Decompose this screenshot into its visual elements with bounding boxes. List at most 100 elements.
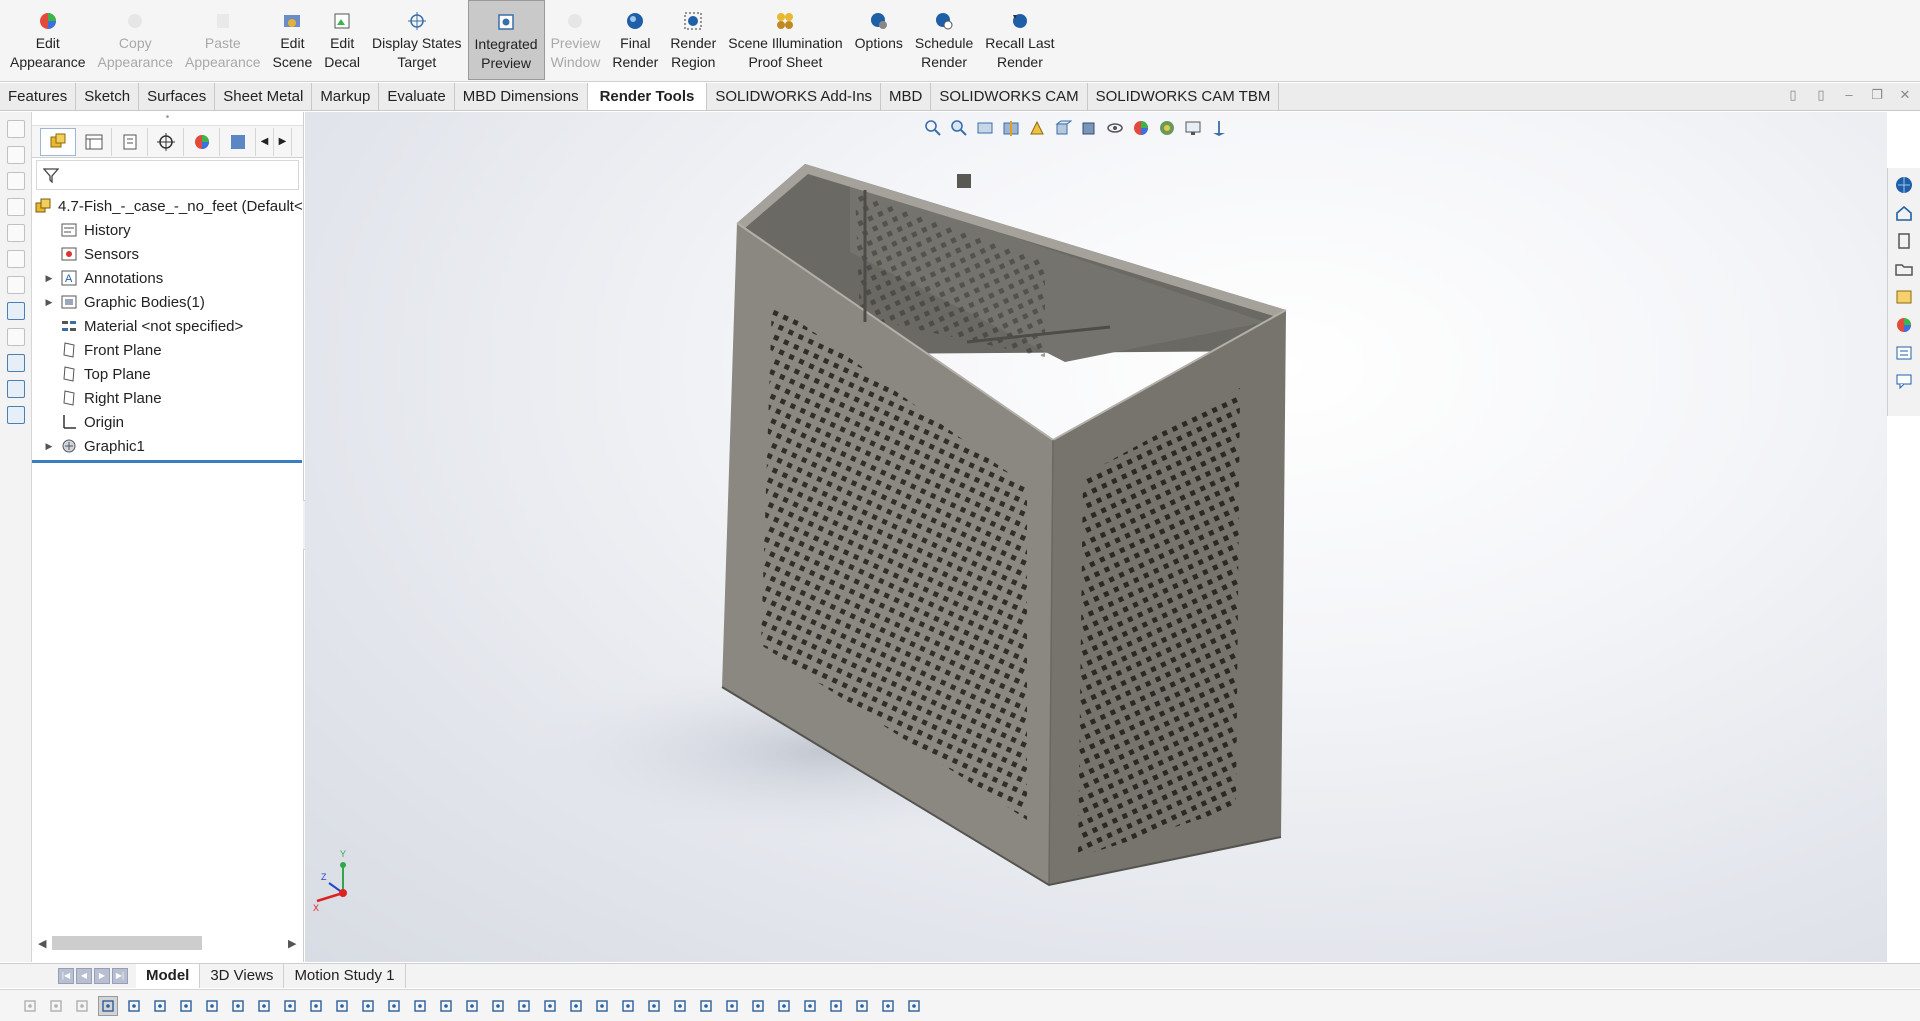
tab-solidworks-cam-tbm[interactable]: SOLIDWORKS CAM TBM	[1088, 83, 1280, 110]
center-mark-icon[interactable]	[644, 996, 664, 1016]
render-preview-model[interactable]	[305, 112, 1887, 962]
scroll-left-icon[interactable]: ◀	[38, 937, 46, 950]
solid-icon[interactable]	[254, 996, 274, 1016]
bottom-tab-3d-views[interactable]: 3D Views	[200, 964, 285, 988]
sketch-icon[interactable]	[332, 996, 352, 1016]
tile-right-icon[interactable]: ▯	[1814, 88, 1828, 102]
tree-item-front-plane[interactable]: Front Plane	[32, 338, 303, 362]
last-tab-icon[interactable]: ▶|	[112, 968, 128, 984]
tab-surfaces[interactable]: Surfaces	[139, 83, 216, 110]
paste-appearance-button[interactable]: Paste Appearance	[179, 0, 267, 80]
tree-item-right-plane[interactable]: Right Plane	[32, 386, 303, 410]
cam-tab-icon[interactable]	[220, 127, 256, 156]
axis-icon[interactable]	[410, 996, 430, 1016]
tree-item-sensors[interactable]: Sensors	[32, 242, 303, 266]
tab-mbd-dimensions[interactable]: MBD Dimensions	[455, 83, 588, 110]
filter-icon[interactable]	[46, 996, 66, 1016]
tree-item-graphic-bodies-1[interactable]: ▶ Graphic Bodies(1)	[32, 290, 303, 314]
bottom-tab-model[interactable]: Model	[136, 964, 201, 988]
tab-sketch[interactable]: Sketch	[76, 83, 140, 110]
tree-item-material-not-specified[interactable]: Material <not specified>	[32, 314, 303, 338]
property-manager-tab-icon[interactable]	[76, 127, 112, 156]
scene-illumination-button[interactable]: Scene Illumination Proof Sheet	[722, 0, 848, 80]
balloon-icon[interactable]	[488, 996, 508, 1016]
configuration-manager-tab-icon[interactable]	[112, 127, 148, 156]
edit-scene-button[interactable]: Edit Scene	[267, 0, 319, 80]
preview-window-button[interactable]: Preview Window	[545, 0, 607, 80]
surface-finish-icon[interactable]	[566, 996, 586, 1016]
tree-item-graphic1[interactable]: ▶ Graphic1	[32, 434, 303, 458]
tab-evaluate[interactable]: Evaluate	[379, 83, 455, 110]
cosmetic-thread-icon[interactable]	[618, 996, 638, 1016]
panel-grip-icon[interactable]: •	[32, 112, 303, 126]
tile-left-icon[interactable]: ▯	[1786, 88, 1800, 102]
edit-decal-button[interactable]: Edit Decal	[318, 0, 366, 80]
datum-icon[interactable]	[514, 996, 534, 1016]
appearances-scenes-icon[interactable]	[1893, 314, 1915, 336]
dimxpert-tab-icon[interactable]	[148, 127, 184, 156]
close-icon[interactable]: ✕	[1898, 88, 1912, 102]
strip-tool-icon[interactable]	[7, 198, 25, 216]
strip-tool-icon[interactable]	[7, 224, 25, 242]
feature-tree-tab-icon[interactable]	[40, 127, 76, 156]
select-icon[interactable]	[98, 995, 118, 1016]
custom-properties-icon[interactable]	[1893, 342, 1915, 364]
copy-appearance-button[interactable]: Copy Appearance	[92, 0, 180, 80]
file-explorer-icon[interactable]	[1893, 258, 1915, 280]
tree-root-part[interactable]: 4.7-Fish_-_case_-_no_feet (Default<<	[32, 194, 303, 218]
tab-mbd[interactable]: MBD	[881, 83, 932, 110]
strip-tool-icon[interactable]	[7, 250, 25, 268]
strip-tool-icon[interactable]	[7, 146, 25, 164]
hatch-icon[interactable]	[748, 996, 768, 1016]
dimension-icon[interactable]	[358, 996, 378, 1016]
block-icon[interactable]	[722, 996, 742, 1016]
tab-markup[interactable]: Markup	[312, 83, 380, 110]
recall-last-render-button[interactable]: Recall Last Render	[979, 0, 1060, 80]
minimize-icon[interactable]: –	[1842, 88, 1856, 102]
anchor-icon[interactable]	[826, 996, 846, 1016]
note-icon[interactable]	[462, 996, 482, 1016]
strip-tool-icon[interactable]	[7, 406, 25, 424]
schedule-render-button[interactable]: Schedule Render	[909, 0, 979, 80]
expand-arrow-icon[interactable]: ▶	[42, 273, 56, 284]
strip-tool-icon[interactable]	[7, 302, 25, 320]
integrated-preview-button[interactable]: Integrated Preview	[467, 0, 545, 80]
home-icon[interactable]	[1893, 202, 1915, 224]
sensor-filter-icon[interactable]	[904, 996, 924, 1016]
forum-icon[interactable]	[1893, 370, 1915, 392]
hole-callout-icon[interactable]	[670, 996, 690, 1016]
tree-item-annotations[interactable]: ▶ A Annotations	[32, 266, 303, 290]
face-icon[interactable]	[202, 996, 222, 1016]
filter-icon[interactable]	[20, 996, 40, 1016]
final-render-button[interactable]: Final Render	[606, 0, 664, 80]
edit-appearance-button[interactable]: Edit Appearance	[4, 0, 92, 80]
magnet-icon[interactable]	[878, 996, 898, 1016]
options-button[interactable]: Options	[849, 0, 909, 80]
bottom-tab-motion-study-1[interactable]: Motion Study 1	[284, 964, 406, 988]
weld-icon[interactable]	[540, 996, 560, 1016]
surface-icon[interactable]	[228, 996, 248, 1016]
next-tab-icon[interactable]: ▶	[94, 968, 110, 984]
tree-item-history[interactable]: History	[32, 218, 303, 242]
strip-tool-icon[interactable]	[7, 380, 25, 398]
tree-item-top-plane[interactable]: Top Plane	[32, 362, 303, 386]
plane-icon[interactable]	[384, 996, 404, 1016]
edge-icon[interactable]	[280, 996, 300, 1016]
dowel-icon[interactable]	[696, 996, 716, 1016]
tree-rollback-bar[interactable]	[32, 460, 302, 463]
strip-tool-icon[interactable]	[7, 172, 25, 190]
tree-filter[interactable]	[36, 160, 299, 190]
tab-render-tools[interactable]: Render Tools	[587, 83, 708, 110]
tabs-scroll-right-icon[interactable]: ▶	[274, 127, 292, 156]
display-manager-tab-icon[interactable]	[184, 127, 220, 156]
restore-icon[interactable]: ❐	[1870, 88, 1884, 102]
expand-arrow-icon[interactable]: ▶	[42, 441, 56, 452]
view-icon[interactable]	[852, 996, 872, 1016]
design-library-icon[interactable]	[1893, 230, 1915, 252]
strip-tool-icon[interactable]	[7, 120, 25, 138]
prev-tab-icon[interactable]: ◀	[76, 968, 92, 984]
expand-arrow-icon[interactable]: ▶	[42, 297, 56, 308]
display-states-target-button[interactable]: Display States Target	[366, 0, 467, 80]
tab-solidworks-cam[interactable]: SOLIDWORKS CAM	[931, 83, 1088, 110]
strip-tool-icon[interactable]	[7, 354, 25, 372]
